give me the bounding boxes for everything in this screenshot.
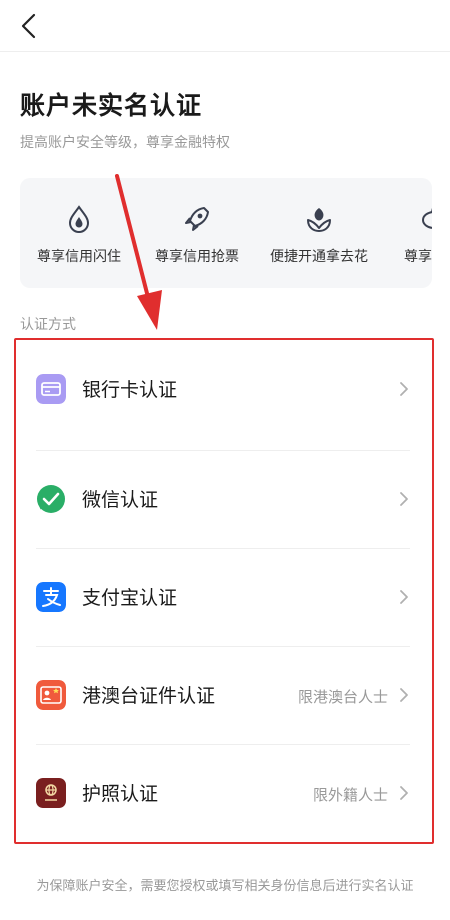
method-alipay[interactable]: 支付宝认证 [36,548,410,646]
chevron-right-icon [400,688,408,702]
water-drop-icon [68,205,90,233]
method-note: 限外籍人士 [312,786,388,804]
wechat-icon [37,485,65,513]
benefit-item: 尊享信用闪住 [26,178,132,288]
chevron-left-icon[interactable] [14,10,46,42]
benefit-item: 尊享信用抢票 [144,178,250,288]
rocket-icon [185,207,209,231]
method-label: 微信认证 [82,489,159,511]
page-subtitle: 提高账户安全等级，尊享金融特权 [20,135,230,151]
alipay-icon [36,582,66,612]
method-note: 限港澳台人士 [297,688,388,706]
verification-methods-list: 银行卡认证 微信认证 支付宝认证 港澳台证件认证 限港澳台人士 护照认证 限外籍… [14,338,434,844]
method-label: 支付宝认证 [82,587,178,609]
benefit-label: 便捷开通拿去花 [270,249,368,265]
benefit-label: 尊享信用抢票 [155,249,239,265]
flower-icon [307,208,331,232]
method-bank-card[interactable]: 银行卡认证 [36,340,410,438]
method-label: 港澳台证件认证 [82,685,216,707]
method-passport[interactable]: 护照认证 限外籍人士 [36,744,410,842]
benefit-label: 尊享信用闪住 [37,249,121,265]
method-wechat[interactable]: 微信认证 [36,450,410,548]
chevron-right-icon [400,590,408,604]
chevron-right-icon [400,786,408,800]
chevron-right-icon [400,382,408,396]
section-label: 认证方式 [20,317,76,333]
benefit-item: 便捷开通拿去花 [258,178,380,288]
benefit-item: 尊享理 [390,178,432,288]
benefit-label: 尊享理 [404,249,432,265]
top-bar [0,0,450,52]
footer-notice: 为保障账户安全，需要您授权或填写相关身份信息后进行实名认证 [36,879,414,894]
piggy-bank-icon [422,207,432,229]
method-label: 护照认证 [82,783,159,805]
hk-macau-taiwan-permit-icon [36,680,66,710]
chevron-right-icon [400,492,408,506]
benefits-strip[interactable]: 尊享信用闪住 尊享信用抢票 便捷开通拿去花 尊享理 [20,178,432,288]
method-hk-macau-taiwan[interactable]: 港澳台证件认证 限港澳台人士 [36,646,410,744]
method-label: 银行卡认证 [82,379,178,401]
page-title: 账户未实名认证 [20,91,203,120]
bank-card-icon [36,374,66,404]
passport-icon [36,778,66,808]
